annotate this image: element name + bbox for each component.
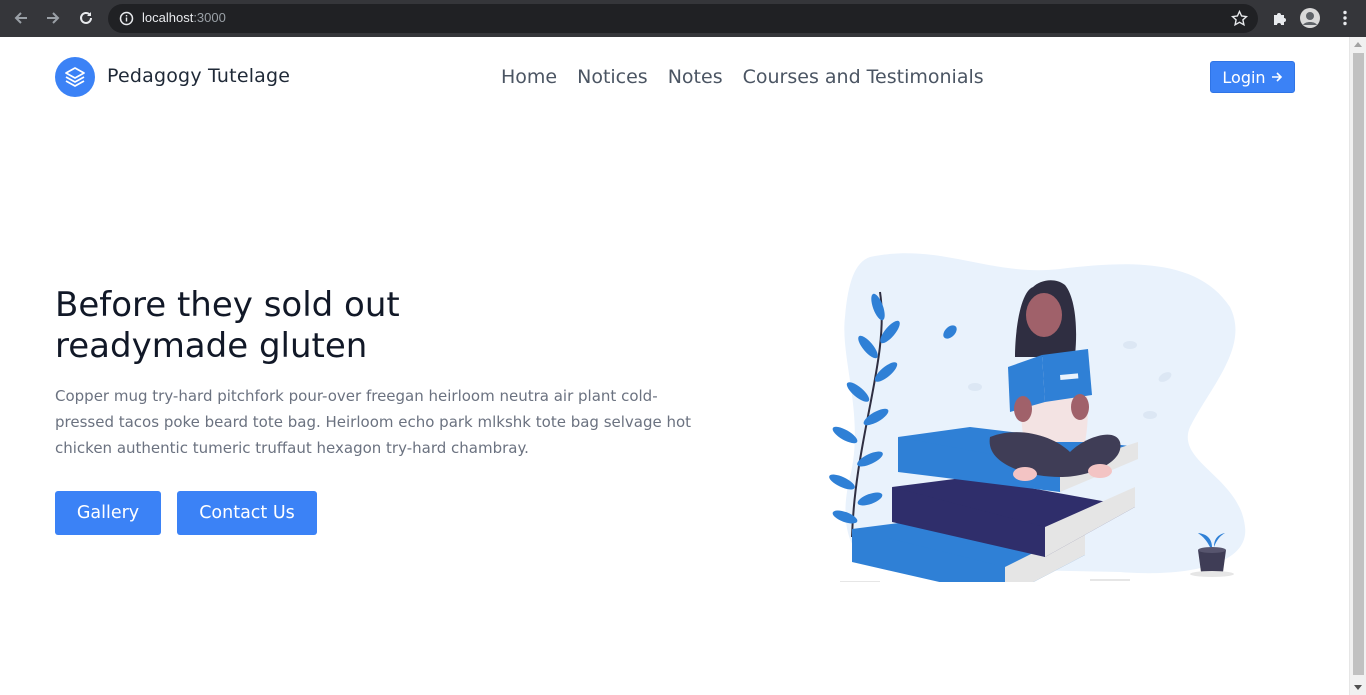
back-arrow-icon[interactable] [9,6,33,30]
hero-title-line-2: readymade gluten [55,326,368,366]
contact-us-button[interactable]: Contact Us [177,491,317,535]
info-icon[interactable] [119,11,134,30]
nav-home[interactable]: Home [501,66,557,88]
profile-avatar[interactable] [1298,6,1322,30]
arrow-right-icon [1271,68,1283,87]
scroll-down-icon[interactable] [1354,685,1362,690]
nav-courses-testimonials[interactable]: Courses and Testimonials [743,66,984,88]
scroll-up-icon[interactable] [1354,42,1362,47]
gallery-button[interactable]: Gallery [55,491,161,535]
page: Pedagogy Tutelage Home Notices Notes Cou… [0,37,1349,695]
nav-notes[interactable]: Notes [668,66,723,88]
reading-girl-illustration [829,253,1246,582]
login-button[interactable]: Login [1210,61,1295,93]
nav-notices[interactable]: Notices [577,66,648,88]
reload-icon[interactable] [74,6,98,30]
brand-name[interactable]: Pedagogy Tutelage [107,65,290,87]
hero-description: Copper mug try-hard pitchfork pour-over … [55,387,692,457]
address-bar[interactable]: localhost:3000 [108,4,1258,33]
forward-arrow-icon[interactable] [41,6,65,30]
hero-title-line-1: Before they sold out [55,285,400,325]
star-icon[interactable] [1230,9,1249,31]
hero-title: Before they sold out readymade gluten [55,285,515,367]
browser-toolbar: localhost:3000 [0,0,1366,37]
login-label: Login [1222,67,1266,87]
menu-dots-icon[interactable] [1333,6,1357,30]
page-scrollbar[interactable] [1349,37,1366,695]
main-nav: Home Notices Notes Courses and Testimoni… [501,66,984,88]
scroll-thumb[interactable] [1353,53,1364,675]
layers-logo-icon[interactable] [55,57,95,97]
puzzle-icon[interactable] [1268,6,1292,30]
url-text[interactable]: localhost:3000 [142,10,226,25]
